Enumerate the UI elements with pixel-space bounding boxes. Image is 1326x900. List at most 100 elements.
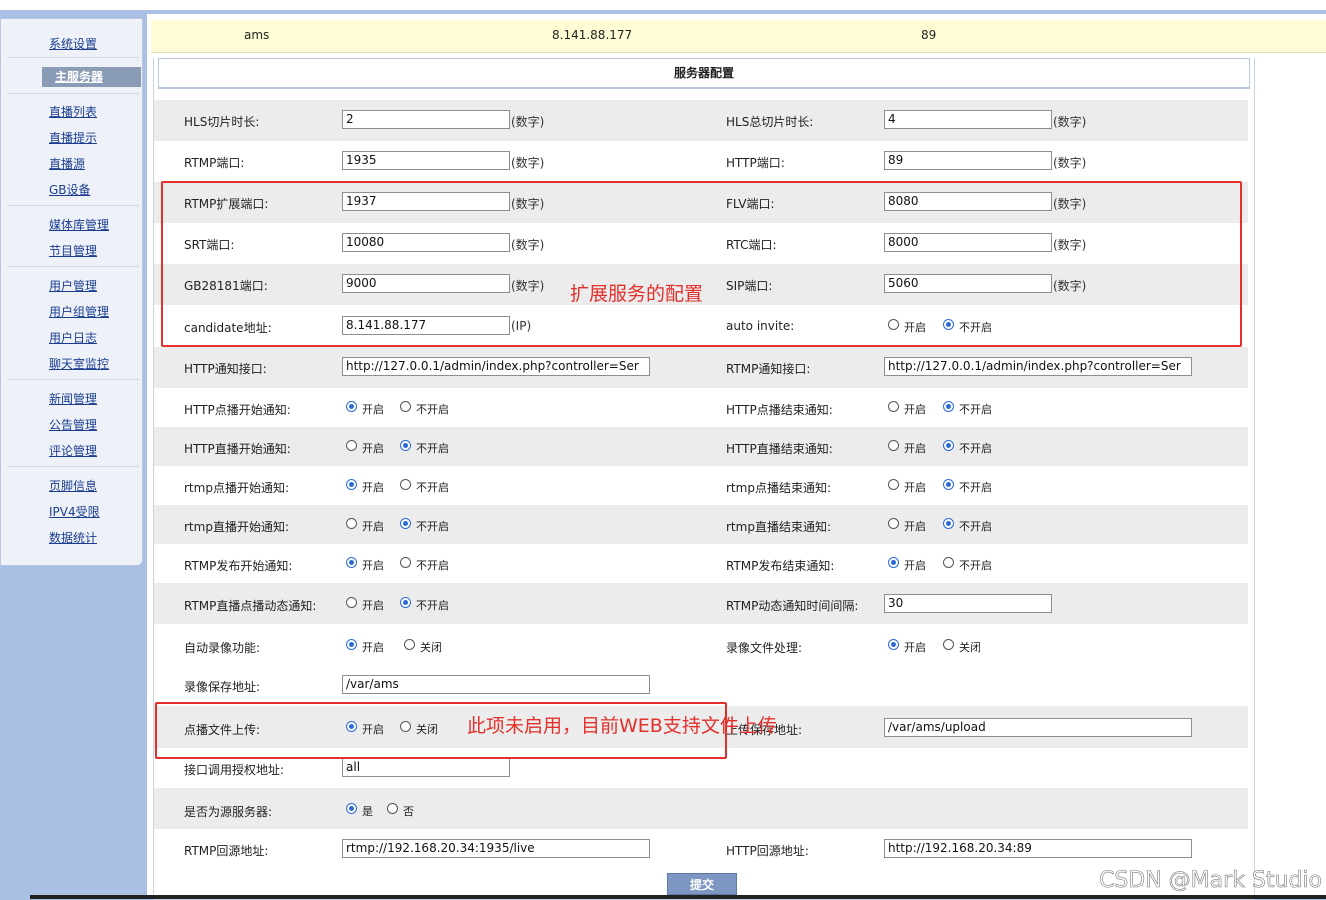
sidebar-item-user-log[interactable]: 用户日志 xyxy=(49,329,97,346)
sidebar-item-live-list[interactable]: 直播列表 xyxy=(49,103,97,120)
api-auth-input[interactable]: all xyxy=(342,758,510,777)
radio-label: 开启 xyxy=(904,641,926,654)
rtmp-live-end-on-radio[interactable] xyxy=(888,518,899,529)
radio-label: 不开启 xyxy=(416,481,449,494)
rtmp-vod-start-label: rtmp点播开始通知: xyxy=(184,481,289,495)
submit-button[interactable]: 提交 xyxy=(667,873,737,895)
rtmp-vod-end-on-radio[interactable] xyxy=(888,479,899,490)
auto-record-off-radio[interactable] xyxy=(404,639,415,650)
server-port: 89 xyxy=(921,28,937,42)
unit-label: (数字) xyxy=(1053,156,1087,170)
rtmp-pub-end-on-radio[interactable] xyxy=(888,557,899,568)
rtmp-vod-start-off-radio[interactable] xyxy=(400,479,411,490)
http-live-start-on-radio[interactable] xyxy=(346,440,357,451)
radio-label: 开启 xyxy=(362,520,384,533)
form-row: rtmp点播开始通知: 开启 不开启 rtmp点播结束通知: 开启 不开启 xyxy=(154,466,1248,505)
config-title: 服务器配置 xyxy=(158,58,1250,89)
rtmp-vod-end-off-radio[interactable] xyxy=(943,479,954,490)
rtmp-port-input[interactable]: 1935 xyxy=(342,151,510,170)
rtmp-dyn-off-radio[interactable] xyxy=(400,597,411,608)
sidebar-item-system-settings[interactable]: 系统设置 xyxy=(49,35,97,52)
http-port-input[interactable]: 89 xyxy=(884,151,1052,170)
http-live-end-on-radio[interactable] xyxy=(888,440,899,451)
http-vod-start-label: HTTP点播开始通知: xyxy=(184,403,291,417)
sidebar-item-users[interactable]: 用户管理 xyxy=(49,277,97,294)
rtmp-origin-input[interactable]: rtmp://192.168.20.34:1935/live xyxy=(342,839,650,858)
radio-label: 开启 xyxy=(904,403,926,416)
radio-label: 开启 xyxy=(362,559,384,572)
divider xyxy=(7,466,139,467)
sidebar-item-live-source[interactable]: 直播源 xyxy=(49,155,85,172)
http-vod-end-on-radio[interactable] xyxy=(888,401,899,412)
rtmp-dyn-interval-input[interactable]: 30 xyxy=(884,594,1052,613)
api-auth-label: 接口调用授权地址: xyxy=(184,763,285,777)
http-notify-input[interactable]: http://127.0.0.1/admin/index.php?control… xyxy=(342,357,650,376)
sidebar-item-statistics[interactable]: 数据统计 xyxy=(49,529,97,546)
rtmp-vod-start-on-radio[interactable] xyxy=(346,479,357,490)
rtmp-pub-start-off-radio[interactable] xyxy=(400,557,411,568)
http-origin-input[interactable]: http://192.168.20.34:89 xyxy=(884,839,1192,858)
rtmp-live-start-off-radio[interactable] xyxy=(400,518,411,529)
radio-label: 开启 xyxy=(362,599,384,612)
radio-label: 不开启 xyxy=(959,520,992,533)
rtmp-dyn-on-radio[interactable] xyxy=(346,597,357,608)
record-path-label: 录像保存地址: xyxy=(184,680,261,694)
radio-label: 开启 xyxy=(362,641,384,654)
hls-slice-label: HLS切片时长: xyxy=(184,115,260,129)
upload-path-input[interactable]: /var/ams/upload xyxy=(884,718,1192,737)
form-row: RTMP发布开始通知: 开启 不开启 RTMP发布结束通知: 开启 不开启 xyxy=(154,544,1248,583)
sidebar-item-footer[interactable]: 页脚信息 xyxy=(49,477,97,494)
radio-label: 不开启 xyxy=(959,442,992,455)
hls-slice-input[interactable]: 2 xyxy=(342,110,510,129)
sidebar-item-ipv4-limit[interactable]: IPV4受限 xyxy=(49,503,100,520)
unit-label: (数字) xyxy=(511,156,545,170)
sidebar-item-news[interactable]: 新闻管理 xyxy=(49,390,97,407)
server-ip: 8.141.88.177 xyxy=(552,28,633,42)
hls-total-input[interactable]: 4 xyxy=(884,110,1052,129)
record-path-input[interactable]: /var/ams xyxy=(342,675,650,694)
http-vod-start-off-radio[interactable] xyxy=(400,401,411,412)
rtmp-live-start-label: rtmp直播开始通知: xyxy=(184,520,289,534)
sidebar-item-gb-device[interactable]: GB设备 xyxy=(49,181,91,198)
sidebar-item-live-hint[interactable]: 直播提示 xyxy=(49,129,97,146)
http-live-end-off-radio[interactable] xyxy=(943,440,954,451)
http-vod-end-off-radio[interactable] xyxy=(943,401,954,412)
rtmp-live-end-label: rtmp直播结束通知: xyxy=(726,520,831,534)
radio-label: 开启 xyxy=(904,520,926,533)
radio-label: 开启 xyxy=(904,559,926,572)
divider xyxy=(7,266,139,267)
form-row: 是否为源服务器: 是 否 xyxy=(154,788,1248,829)
sidebar-item-notices[interactable]: 公告管理 xyxy=(49,416,97,433)
sidebar-item-main-server[interactable]: 主服务器 xyxy=(42,67,141,87)
sidebar-item-program[interactable]: 节目管理 xyxy=(49,242,97,259)
sidebar-item-user-groups[interactable]: 用户组管理 xyxy=(49,303,109,320)
rtmp-pub-end-off-radio[interactable] xyxy=(943,557,954,568)
rtmp-notify-input[interactable]: http://127.0.0.1/admin/index.php?control… xyxy=(884,357,1192,376)
sidebar-item-comments[interactable]: 评论管理 xyxy=(49,442,97,459)
http-vod-start-on-radio[interactable] xyxy=(346,401,357,412)
is-source-no-radio[interactable] xyxy=(387,803,398,814)
annotation-text-ext-config: 扩展服务的配置 xyxy=(570,283,704,305)
server-info-bar: ams 8.141.88.177 89 xyxy=(151,20,1326,53)
radio-label: 关闭 xyxy=(959,641,981,654)
rtmp-port-label: RTMP端口: xyxy=(184,156,245,170)
rtmp-live-end-off-radio[interactable] xyxy=(943,518,954,529)
rtmp-live-start-on-radio[interactable] xyxy=(346,518,357,529)
http-port-label: HTTP端口: xyxy=(726,156,785,170)
rtmp-pub-start-on-radio[interactable] xyxy=(346,557,357,568)
sidebar-nav: 系统设置 主服务器 直播列表 直播提示 直播源 GB设备 媒体库管理 节目管理 … xyxy=(0,18,143,566)
sidebar-item-chat-monitor[interactable]: 聊天室监控 xyxy=(49,355,109,372)
auto-record-on-radio[interactable] xyxy=(346,639,357,650)
sidebar-item-media-library[interactable]: 媒体库管理 xyxy=(49,216,109,233)
record-process-on-radio[interactable] xyxy=(888,639,899,650)
http-live-start-off-radio[interactable] xyxy=(400,440,411,451)
form-row: rtmp直播开始通知: 开启 不开启 rtmp直播结束通知: 开启 不开启 xyxy=(154,505,1248,544)
divider xyxy=(7,93,139,94)
is-source-yes-radio[interactable] xyxy=(346,803,357,814)
http-live-end-label: HTTP直播结束通知: xyxy=(726,442,833,456)
http-live-start-label: HTTP直播开始通知: xyxy=(184,442,291,456)
rtmp-pub-start-label: RTMP发布开始通知: xyxy=(184,559,293,573)
radio-label: 开启 xyxy=(362,442,384,455)
divider xyxy=(7,205,139,206)
record-process-off-radio[interactable] xyxy=(943,639,954,650)
